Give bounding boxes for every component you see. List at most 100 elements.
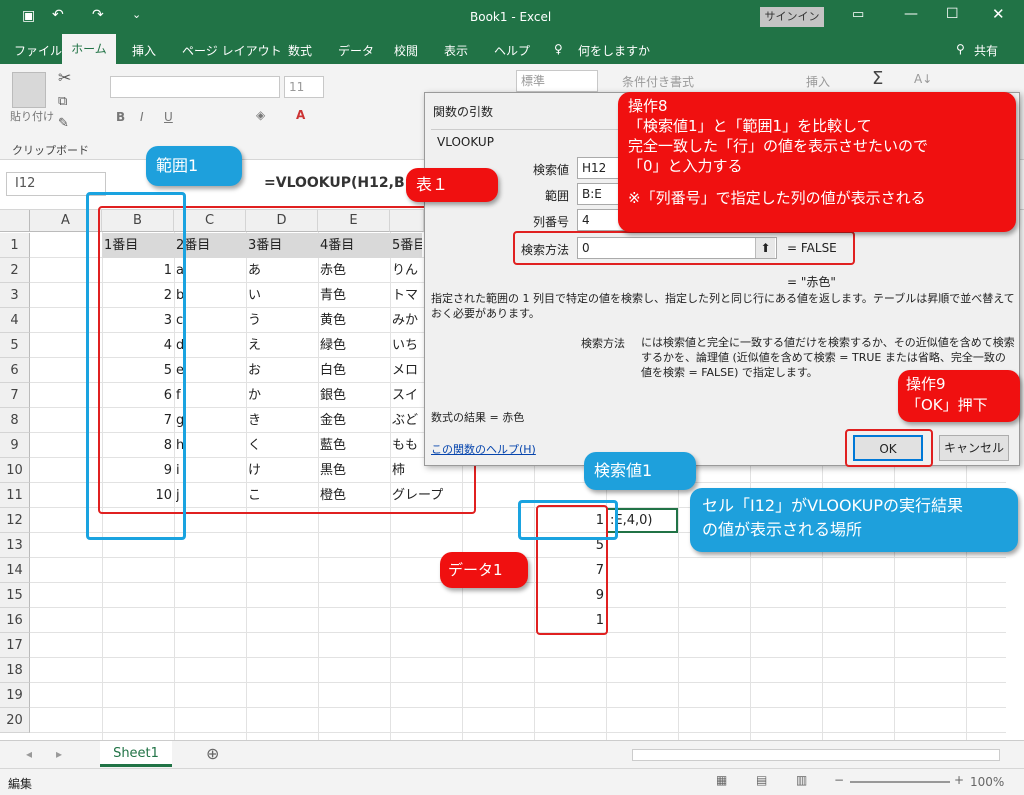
callout-operation8: 操作8 「検索値1」と「範囲1」を比較して 完全一致した「行」の値を表示させたい… [618,92,1016,232]
row-header[interactable]: 15 [0,583,30,608]
formula-preview-result: = "赤色" [787,275,836,289]
arg-label-colindex: 列番号 [533,215,570,229]
row-header[interactable]: 12 [0,508,30,533]
clipboard-group-label: クリップボード [12,144,89,157]
zoom-in-icon[interactable]: + [954,773,964,787]
zoom-level[interactable]: 100% [970,775,1004,789]
tell-me-icon[interactable]: ♀ [554,42,563,56]
row-header[interactable]: 1 [0,233,30,258]
zoom-out-icon[interactable]: − [834,773,844,787]
close-icon[interactable]: ✕ [992,5,1005,23]
param-name: 検索方法 [581,337,625,350]
op8-line-6: ※「列番号」で指定した列の値が表示される [628,189,926,207]
font-color-icon[interactable]: A [296,108,305,122]
tab-insert[interactable]: 挿入 [132,42,156,59]
row-header[interactable]: 14 [0,558,30,583]
row-header[interactable]: 13 [0,533,30,558]
minimize-icon[interactable]: — [904,6,918,22]
row-header[interactable]: 17 [0,633,30,658]
cut-icon[interactable]: ✂ [58,68,71,87]
share-button[interactable]: 共有 [974,42,998,59]
sheet-tab-sheet1[interactable]: Sheet1 [100,741,172,767]
window-title: Book1 - Excel [470,10,552,24]
tab-data[interactable]: データ [338,42,374,59]
undo-icon[interactable]: ↶ [52,7,64,23]
lookup-value1-highlight [518,500,618,540]
row-header[interactable]: 5 [0,333,30,358]
range1-highlight [86,192,186,540]
tab-review[interactable]: 校閲 [394,42,418,59]
arg-label-range: 範囲 [545,189,570,203]
save-icon[interactable]: ▣ [22,8,35,24]
paste-icon[interactable] [12,72,46,108]
maximize-icon[interactable]: ☐ [946,6,959,22]
row-header[interactable]: 20 [0,708,30,733]
tab-file[interactable]: ファイル [14,42,62,59]
function-help-link[interactable]: この関数のヘルプ(H) [431,441,536,457]
tell-me-search[interactable]: 何をしますか [578,42,650,59]
row-header[interactable]: 10 [0,458,30,483]
page-layout-view-icon[interactable]: ▤ [756,773,767,787]
sheet-tab-bar: ◂ ▸ Sheet1 ⊕ [0,740,1024,768]
op8-line-1: 操作8 [628,97,668,115]
sort-filter-icon[interactable]: A↓ [914,72,932,86]
signin-button[interactable]: サインイン [760,7,824,27]
conditional-format-button[interactable]: 条件付き書式 [622,73,694,90]
row-header[interactable]: 16 [0,608,30,633]
user-icon[interactable]: ⚲ [956,42,965,56]
title-bar: ▣ ↶ ↷ ⌄ Book1 - Excel サインイン ▭ — ☐ ✕ [0,0,1024,34]
paste-button[interactable]: 貼り付け [10,108,54,124]
zoom-slider[interactable] [850,781,950,783]
tab-page-layout[interactable]: ページ レイアウト [182,42,282,59]
row-header[interactable]: 9 [0,433,30,458]
customize-qat-icon[interactable]: ⌄ [132,8,141,21]
row-header[interactable]: 19 [0,683,30,708]
underline-button[interactable]: U [164,110,173,124]
cancel-button[interactable]: キャンセル [939,435,1009,461]
copy-icon[interactable]: ⧉ [58,94,67,109]
redo-icon[interactable]: ↷ [92,7,104,23]
row-header[interactable]: 7 [0,383,30,408]
font-size-select[interactable]: 11 [284,76,324,98]
callout-lookup-value1: 検索値1 [584,452,696,490]
status-bar: 編集 ▦ ▤ ▥ − + 100% [0,768,1024,795]
horizontal-scrollbar[interactable] [632,749,1000,761]
tab-formulas[interactable]: 数式 [288,42,312,59]
formula-input[interactable]: =VLOOKUP(H12,B: [250,172,420,196]
fill-color-icon[interactable]: ◈ [256,108,265,122]
row-header[interactable]: 4 [0,308,30,333]
page-break-view-icon[interactable]: ▥ [796,773,807,787]
number-format-select[interactable]: 標準 [516,70,598,92]
callout-i12-note: セル「I12」がVLOOKUPの実行結果 の値が表示される場所 [690,488,1018,552]
callout-operation9: 操作9 「OK」押下 [898,370,1020,422]
op8-line-4: 「0」と入力する [628,157,743,175]
status-mode: 編集 [8,777,33,791]
tab-help[interactable]: ヘルプ [494,42,530,59]
i12-note-line-2: の値が表示される場所 [702,520,863,539]
normal-view-icon[interactable]: ▦ [716,773,727,787]
tab-view[interactable]: 表示 [444,42,468,59]
callout-data1: データ1 [440,552,528,588]
tab-home[interactable]: ホーム [62,34,116,64]
row-header[interactable]: 6 [0,358,30,383]
function-description: 指定された範囲の 1 列目で特定の値を検索し、指定した列と同じ行にある値を返しま… [431,292,1015,320]
italic-button[interactable]: I [140,110,144,124]
new-sheet-icon[interactable]: ⊕ [206,744,219,763]
bold-button[interactable]: B [116,110,125,124]
row-header[interactable]: 18 [0,658,30,683]
font-name-select[interactable] [110,76,280,98]
op8-line-3: 完全一致した「行」の値を表示させたいので [628,137,929,155]
autosum-icon[interactable]: Σ [872,68,883,89]
select-all-corner[interactable] [0,210,30,232]
function-name: VLOOKUP [437,135,494,149]
row-header[interactable]: 11 [0,483,30,508]
prev-sheet-icon[interactable]: ◂ [26,747,32,761]
next-sheet-icon[interactable]: ▸ [56,747,62,761]
format-painter-icon[interactable]: ✎ [58,116,69,131]
ribbon-display-icon[interactable]: ▭ [852,7,864,22]
arg-label-lookup: 検索値 [533,163,570,177]
row-header[interactable]: 3 [0,283,30,308]
row-header[interactable]: 2 [0,258,30,283]
row-header[interactable]: 8 [0,408,30,433]
insert-cells-button[interactable]: 挿入 [806,73,830,90]
